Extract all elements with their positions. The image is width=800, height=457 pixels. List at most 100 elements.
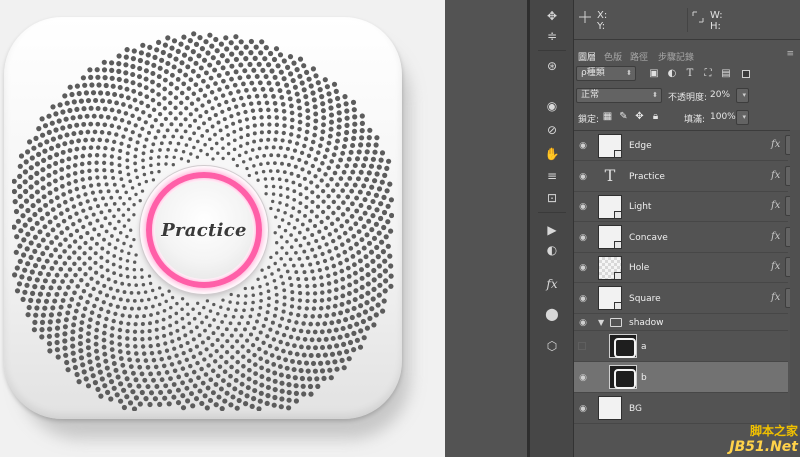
eye-icon[interactable]: ◉ bbox=[578, 172, 588, 182]
tab-history[interactable]: 步驟記錄 bbox=[658, 50, 694, 63]
layer-row[interactable]: ◉ Square fx bbox=[574, 283, 792, 314]
layer-name[interactable]: Hole bbox=[629, 263, 649, 273]
eye-icon[interactable]: ◉ bbox=[578, 318, 588, 328]
shape-filter-icon[interactable]: ⛶ bbox=[702, 68, 714, 80]
speaker-hole bbox=[210, 342, 215, 347]
eye-icon[interactable]: ◉ bbox=[578, 141, 588, 151]
filter-toggle-icon[interactable] bbox=[742, 70, 750, 78]
layer-row[interactable]: ◉ Light fx bbox=[574, 192, 792, 222]
fx-icon[interactable]: fx bbox=[771, 261, 780, 272]
pixel-filter-icon[interactable]: ▣ bbox=[648, 68, 660, 80]
speaker-hole bbox=[299, 80, 305, 86]
speaker-hole bbox=[103, 358, 109, 364]
speaker-hole bbox=[84, 113, 90, 119]
layer-row-selected[interactable]: ◉ b bbox=[574, 362, 788, 393]
drop-icon[interactable]: ⬤ bbox=[544, 306, 560, 322]
lock-transparent-icon[interactable]: ▦ bbox=[602, 111, 613, 122]
lock-move-icon[interactable]: ✥ bbox=[634, 111, 645, 122]
canvas-workarea[interactable]: Practice bbox=[0, 0, 527, 457]
tab-layers[interactable]: 圖層 bbox=[578, 50, 596, 63]
lock-paint-icon[interactable]: ✎ bbox=[618, 111, 629, 122]
speaker-hole bbox=[389, 212, 394, 219]
layer-row[interactable]: ◉ Concave fx bbox=[574, 222, 792, 253]
speaker-hole bbox=[272, 100, 278, 106]
sliders-icon[interactable]: ≑ bbox=[544, 28, 560, 44]
eye-icon[interactable]: ◉ bbox=[544, 98, 560, 114]
type-filter-icon[interactable]: T bbox=[684, 68, 696, 80]
layer-row[interactable]: ◉ BG bbox=[574, 393, 788, 424]
speaker-hole bbox=[77, 114, 83, 120]
fx-icon[interactable]: fx bbox=[771, 231, 780, 242]
eye-icon[interactable]: ◉ bbox=[578, 404, 588, 414]
globe-icon[interactable]: ⊛ bbox=[544, 58, 560, 74]
hand-icon[interactable]: ✋ bbox=[544, 146, 560, 162]
layer-name[interactable]: Edge bbox=[629, 141, 652, 151]
speaker-hole bbox=[280, 218, 285, 222]
layer-name[interactable]: BG bbox=[629, 404, 642, 414]
layer-name[interactable]: Practice bbox=[629, 172, 665, 182]
speaker-hole bbox=[191, 369, 197, 375]
layer-row[interactable]: a bbox=[574, 331, 788, 362]
speaker-hole bbox=[289, 304, 295, 309]
artboard[interactable]: Practice bbox=[0, 0, 445, 457]
layer-name[interactable]: a bbox=[641, 342, 647, 352]
layer-name[interactable]: Square bbox=[629, 294, 661, 304]
stripes-icon[interactable]: ≡ bbox=[544, 168, 560, 184]
eye-icon[interactable]: ◉ bbox=[578, 233, 588, 243]
layer-name[interactable]: b bbox=[641, 373, 647, 383]
arrows-move-icon[interactable]: ✥ bbox=[544, 8, 560, 24]
speaker-hole bbox=[274, 122, 280, 127]
fx-icon[interactable]: fx bbox=[771, 200, 780, 211]
speaker-hole bbox=[93, 341, 99, 347]
blend-mode-select[interactable]: 正常 ⬍ bbox=[576, 88, 662, 103]
speaker-hole bbox=[116, 125, 122, 130]
panel-menu-icon[interactable]: ≡ bbox=[786, 49, 794, 59]
fx-icon[interactable]: fx bbox=[771, 139, 780, 150]
speaker-hole bbox=[61, 218, 67, 224]
layer-row[interactable]: ◉ Edge fx bbox=[574, 131, 792, 161]
eye-icon[interactable]: ◉ bbox=[578, 263, 588, 273]
layer-name[interactable]: shadow bbox=[629, 318, 664, 328]
lock-all-icon[interactable]: 🔒︎ bbox=[650, 111, 661, 122]
speaker-hole bbox=[377, 282, 383, 288]
layer-group-row[interactable]: ◉ ▼ shadow bbox=[574, 314, 788, 331]
speaker-hole bbox=[235, 163, 239, 168]
tab-channels[interactable]: 色版 bbox=[604, 50, 622, 63]
layer-row[interactable]: ◉ Hole fx bbox=[574, 253, 792, 283]
fx-icon[interactable]: fx bbox=[771, 170, 780, 181]
circle-half-icon[interactable]: ◐ bbox=[544, 242, 560, 258]
speaker-hole bbox=[85, 383, 92, 389]
speaker-hole bbox=[186, 86, 192, 91]
speaker-hole bbox=[358, 328, 364, 334]
speaker-hole bbox=[376, 164, 382, 170]
speaker-hole bbox=[18, 228, 24, 234]
layers-scrollbar[interactable] bbox=[790, 130, 800, 457]
fill-value[interactable]: 100% bbox=[710, 112, 736, 122]
adjustment-filter-icon[interactable]: ◐ bbox=[666, 68, 678, 80]
speaker-hole bbox=[89, 310, 95, 315]
layer-row[interactable]: ◉ T Practice fx bbox=[574, 161, 792, 192]
filter-kind-select[interactable]: ρ種類 ⬍ bbox=[576, 66, 636, 81]
layer-name[interactable]: Concave bbox=[629, 233, 668, 243]
visibility-toggle-off[interactable] bbox=[578, 342, 586, 350]
paperclip-icon[interactable]: ⊘ bbox=[544, 122, 560, 138]
tab-paths[interactable]: 路徑 bbox=[630, 50, 648, 63]
speaker-hole bbox=[209, 90, 215, 95]
export-icon[interactable]: ⊡ bbox=[544, 190, 560, 206]
smartobject-filter-icon[interactable]: ▤ bbox=[720, 68, 732, 80]
play-icon[interactable]: ▶ bbox=[544, 222, 560, 238]
layer-name[interactable]: Light bbox=[629, 202, 651, 212]
eye-icon[interactable]: ◉ bbox=[578, 373, 588, 383]
eye-icon[interactable]: ◉ bbox=[578, 294, 588, 304]
fx-icon[interactable]: fx bbox=[544, 276, 560, 292]
fx-icon[interactable]: fx bbox=[771, 292, 780, 303]
speaker-hole bbox=[137, 65, 143, 71]
cube-icon[interactable]: ⬡ bbox=[544, 338, 560, 354]
eye-icon[interactable]: ◉ bbox=[578, 202, 588, 212]
speaker-hole bbox=[236, 397, 242, 404]
group-expand-icon[interactable]: ▼ bbox=[598, 318, 604, 327]
opacity-dropdown[interactable]: ▾ bbox=[736, 88, 749, 103]
opacity-value[interactable]: 20% bbox=[710, 90, 730, 100]
fill-dropdown[interactable]: ▾ bbox=[736, 110, 749, 125]
speaker-hole bbox=[178, 41, 184, 47]
